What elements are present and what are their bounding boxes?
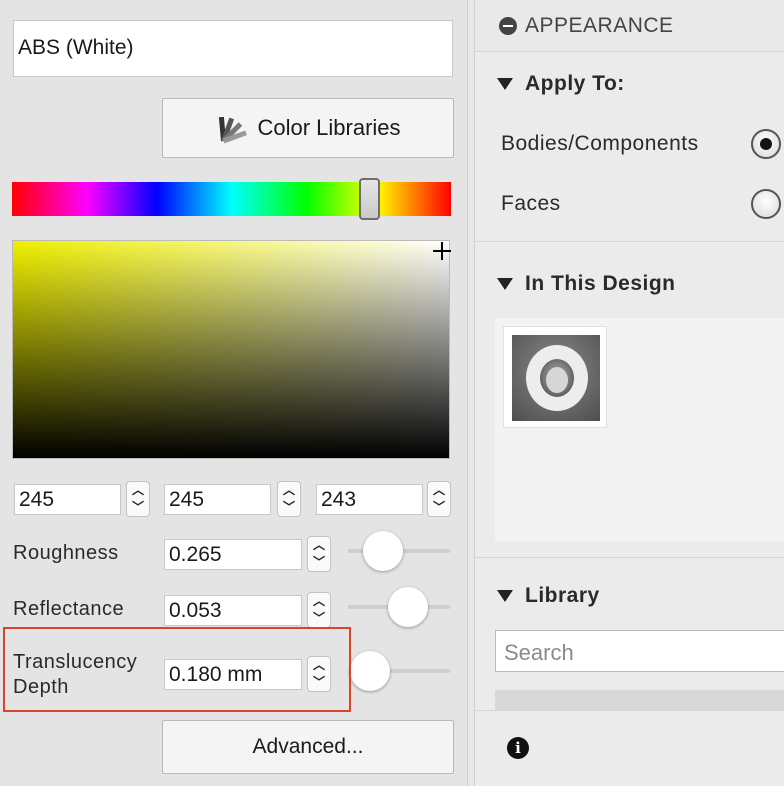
in-this-design-title: In This Design	[525, 272, 676, 295]
reflectance-input[interactable]: 0.053	[164, 595, 302, 626]
translucency-slider-knob[interactable]	[350, 651, 390, 691]
stepper-down-icon[interactable]: ﹀	[313, 611, 325, 626]
red-input[interactable]: 245	[14, 484, 121, 515]
in-this-design-section-header[interactable]: In This Design	[497, 272, 676, 296]
blue-input[interactable]: 243	[316, 484, 423, 515]
stepper-up-icon[interactable]: ︿	[132, 483, 144, 498]
stepper-up-icon[interactable]: ︿	[313, 594, 325, 609]
stepper-down-icon[interactable]: ﹀	[132, 500, 144, 515]
stepper-up-icon[interactable]: ︿	[313, 538, 325, 553]
roughness-slider-knob[interactable]	[363, 531, 403, 571]
stepper-up-icon[interactable]: ︿	[283, 483, 295, 498]
hue-slider-track[interactable]	[12, 182, 451, 216]
color-picker-crosshair-icon[interactable]	[433, 242, 451, 260]
roughness-input[interactable]: 0.265	[164, 539, 302, 570]
color-libraries-label: Color Libraries	[257, 115, 401, 140]
color-libraries-button[interactable]: Color Libraries	[162, 98, 454, 158]
hue-slider-thumb[interactable]	[359, 178, 380, 220]
divider	[475, 710, 784, 711]
appearance-title: APPEARANCE	[525, 13, 674, 37]
bodies-components-radio[interactable]	[751, 129, 781, 159]
material-thumbnail[interactable]	[503, 326, 607, 428]
stepper-down-icon[interactable]: ﹀	[313, 555, 325, 570]
disclosure-triangle-icon[interactable]	[497, 278, 513, 290]
library-search-input[interactable]: Search	[495, 630, 784, 672]
divider	[475, 557, 784, 558]
roughness-label: Roughness	[13, 542, 119, 564]
stepper-up-icon[interactable]: ︿	[433, 483, 445, 498]
stepper-down-icon[interactable]: ﹀	[433, 500, 445, 515]
library-list[interactable]	[495, 690, 784, 710]
material-preview-image	[512, 335, 600, 421]
bodies-components-label: Bodies/Components	[501, 132, 699, 155]
faces-label: Faces	[501, 192, 561, 215]
green-stepper[interactable]: ︿ ﹀	[277, 481, 301, 517]
reflectance-slider-knob[interactable]	[388, 587, 428, 627]
material-name-field[interactable]: ABS (White)	[13, 20, 453, 77]
disclosure-triangle-icon[interactable]	[497, 78, 513, 90]
library-title: Library	[525, 584, 600, 607]
saturation-value-picker[interactable]	[12, 240, 450, 459]
appearance-panel: APPEARANCE Apply To: Bodies/Components F…	[474, 0, 784, 786]
roughness-stepper[interactable]: ︿ ﹀	[307, 536, 331, 572]
translucency-highlight-box	[3, 627, 351, 712]
green-input[interactable]: 245	[164, 484, 271, 515]
preview-ring-inner	[546, 367, 568, 393]
reflectance-stepper[interactable]: ︿ ﹀	[307, 592, 331, 628]
color-libraries-icon	[215, 113, 248, 144]
appearance-header[interactable]: APPEARANCE	[475, 0, 784, 52]
reflectance-label: Reflectance	[13, 598, 125, 620]
stepper-down-icon[interactable]: ﹀	[283, 500, 295, 515]
red-stepper[interactable]: ︿ ﹀	[126, 481, 150, 517]
library-section-header[interactable]: Library	[497, 584, 600, 608]
advanced-button[interactable]: Advanced...	[162, 720, 454, 774]
faces-radio[interactable]	[751, 189, 781, 219]
divider	[475, 241, 784, 242]
info-icon[interactable]: i	[507, 737, 529, 759]
apply-to-section-header[interactable]: Apply To:	[497, 72, 625, 96]
disclosure-triangle-icon[interactable]	[497, 590, 513, 602]
blue-stepper[interactable]: ︿ ﹀	[427, 481, 451, 517]
apply-to-title: Apply To:	[525, 72, 625, 95]
color-editor-panel: ABS (White) Color Libraries 245 ︿ ﹀ 245 ︿…	[0, 0, 468, 786]
collapse-minus-icon[interactable]	[499, 16, 517, 35]
